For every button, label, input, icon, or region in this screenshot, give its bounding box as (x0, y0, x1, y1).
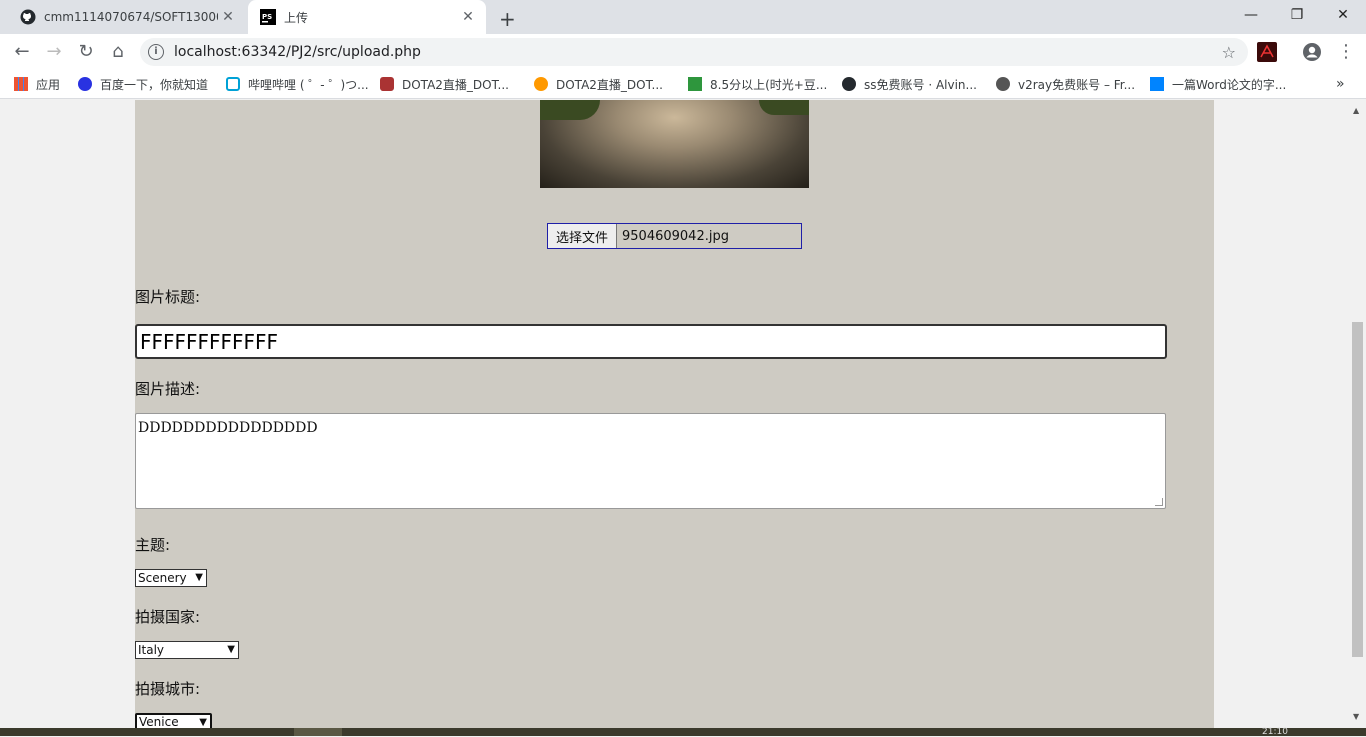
bookmark-item[interactable]: 百度一下，你就知道 (78, 70, 208, 98)
minimize-button[interactable]: — (1228, 0, 1274, 30)
chevron-down-icon: ▼ (199, 717, 207, 728)
bookmark-item[interactable]: 8.5分以上(时光+豆... (688, 70, 827, 98)
chevron-down-icon: ▼ (227, 644, 235, 655)
url-text: localhost:63342/PJ2/src/upload.php (174, 44, 421, 60)
menu-icon[interactable]: ⋮ (1334, 40, 1358, 64)
scroll-up-icon[interactable]: ▲ (1353, 106, 1359, 115)
scroll-down-icon[interactable]: ▼ (1353, 712, 1359, 721)
reload-button[interactable]: ↻ (74, 40, 98, 64)
profile-icon[interactable] (1302, 42, 1322, 62)
chevron-down-icon: ▼ (195, 572, 203, 583)
file-name: 9504609042.jpg (622, 228, 729, 244)
address-bar[interactable]: i localhost:63342/PJ2/src/upload.php ☆ (140, 38, 1248, 66)
zhihu-icon (1150, 77, 1164, 91)
bilibili-icon (226, 77, 240, 91)
bookmark-star-icon[interactable]: ☆ (1222, 43, 1236, 62)
more-bookmarks-icon[interactable]: » (1336, 70, 1345, 98)
taskbar-item[interactable] (294, 728, 342, 736)
bookmarks-bar: 应用 百度一下，你就知道 哔哩哔哩 ( ゜- ゜)つ... DOTA2直播_DO… (0, 70, 1366, 99)
dota-icon (380, 77, 394, 91)
bookmark-item[interactable]: 应用 (14, 70, 60, 98)
bookmark-item[interactable]: v2ray免费账号 – Fr... (996, 70, 1135, 98)
bookmark-item[interactable]: 哔哩哔哩 ( ゜- ゜)つ... (226, 70, 369, 98)
douban-icon (688, 77, 702, 91)
pdf-extension-icon[interactable] (1257, 42, 1277, 62)
github-icon (842, 77, 856, 91)
city-select[interactable]: Venice ▼ (135, 713, 212, 728)
globe-icon (996, 77, 1010, 91)
github-icon (20, 9, 36, 25)
taskbar: 21:10 (0, 727, 1366, 737)
new-tab-button[interactable]: + (499, 7, 516, 31)
scrollbar-thumb[interactable] (1352, 322, 1363, 657)
theme-label: 主题: (135, 536, 171, 554)
close-tab-icon[interactable]: ✕ (218, 9, 238, 25)
description-textarea[interactable]: DDDDDDDDDDDDDDDD (135, 413, 1166, 509)
maximize-button[interactable]: ❐ (1274, 0, 1320, 30)
file-input[interactable]: 选择文件 9504609042.jpg (547, 223, 802, 249)
douyu-icon (534, 77, 548, 91)
close-tab-icon[interactable]: ✕ (458, 9, 478, 25)
phpstorm-icon: PS (260, 9, 276, 25)
description-label: 图片描述: (135, 380, 201, 398)
tab-title: 上传 (284, 10, 309, 25)
bookmark-item[interactable]: 一篇Word论文的字... (1150, 70, 1286, 98)
description-text: DDDDDDDDDDDDDDDD (138, 420, 318, 436)
svg-text:PS: PS (262, 13, 272, 21)
baidu-icon (78, 77, 92, 91)
apps-icon (14, 77, 28, 91)
taskbar-clock: 21:10 (1262, 727, 1288, 737)
resize-handle-icon[interactable] (1155, 498, 1163, 506)
back-button[interactable]: ← (10, 40, 34, 64)
tab-upload[interactable]: PS 上传 ✕ (248, 0, 486, 34)
title-label: 图片标题: (135, 288, 201, 306)
page-content: 选择文件 9504609042.jpg 图片标题: FFFFFFFFFFFF 图… (0, 100, 1350, 728)
home-button[interactable]: ⌂ (106, 40, 130, 64)
close-window-button[interactable]: ✕ (1320, 0, 1366, 30)
page-scrollbar[interactable]: ▲ ▼ (1350, 100, 1366, 728)
city-label: 拍摄城市: (135, 680, 201, 698)
bookmark-item[interactable]: DOTA2直播_DOT... (534, 70, 663, 98)
choose-file-button[interactable]: 选择文件 (548, 224, 618, 248)
info-icon[interactable]: i (148, 44, 164, 60)
image-preview (540, 100, 809, 188)
bookmark-item[interactable]: ss免费账号 · Alvin... (842, 70, 977, 98)
upload-panel: 选择文件 9504609042.jpg 图片标题: FFFFFFFFFFFF 图… (135, 100, 1214, 728)
tab-title: cmm1114070674/SOFT130002 (44, 10, 218, 24)
browser-toolbar: ← → ↻ ⌂ i localhost:63342/PJ2/src/upload… (0, 34, 1366, 70)
title-input[interactable]: FFFFFFFFFFFF (135, 324, 1167, 359)
forward-button[interactable]: → (42, 40, 66, 64)
country-select[interactable]: Italy ▼ (135, 641, 239, 659)
country-label: 拍摄国家: (135, 608, 201, 626)
theme-select[interactable]: Scenery ▼ (135, 569, 207, 587)
bookmark-item[interactable]: DOTA2直播_DOT... (380, 70, 509, 98)
tab-bar: cmm1114070674/SOFT130002 ✕ PS 上传 ✕ + — ❐… (0, 0, 1366, 34)
tab-github[interactable]: cmm1114070674/SOFT130002 ✕ (8, 0, 246, 34)
